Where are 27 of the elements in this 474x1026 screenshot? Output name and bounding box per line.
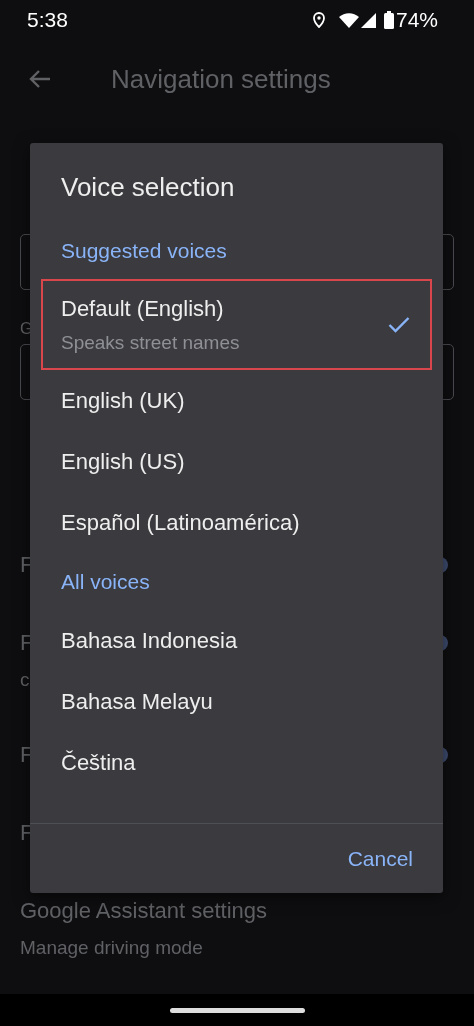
screen-title: Navigation settings — [111, 63, 331, 95]
battery-icon — [383, 11, 394, 29]
section-header: Suggested voices — [61, 238, 227, 263]
setting-title: Google Assistant settings — [20, 897, 269, 925]
voice-option[interactable]: English (UK) — [30, 370, 443, 431]
voice-option[interactable]: Bahasa Indonesia — [30, 610, 443, 671]
section-header: All voices — [61, 569, 150, 594]
cancel-button[interactable]: Cancel — [347, 840, 413, 877]
home-indicator[interactable] — [169, 1007, 305, 1013]
battery-percentage: 74% — [395, 8, 438, 32]
voice-option[interactable]: Español (Latinoamérica) — [30, 492, 443, 553]
back-button[interactable] — [29, 69, 51, 89]
back-arrow-icon — [29, 69, 51, 89]
voice-option[interactable]: Čeština — [30, 732, 443, 793]
voice-option[interactable]: Bahasa Melayu — [30, 671, 443, 732]
clock-time: 5:38 — [27, 8, 68, 32]
location-pin-icon — [312, 12, 325, 28]
checkmark-icon — [388, 316, 410, 333]
voice-description: Speaks street names — [61, 331, 241, 354]
dialog-title: Voice selection — [60, 171, 235, 204]
voice-option[interactable]: English (US) — [30, 431, 443, 492]
wifi-icon — [338, 12, 359, 28]
setting-description: c — [20, 668, 31, 692]
signal-icon — [360, 12, 376, 28]
setting-description: Manage driving mode — [20, 936, 204, 960]
voice-name: Default (English) — [61, 295, 225, 322]
voice-option[interactable]: Default (English) Speaks street names — [41, 279, 432, 370]
